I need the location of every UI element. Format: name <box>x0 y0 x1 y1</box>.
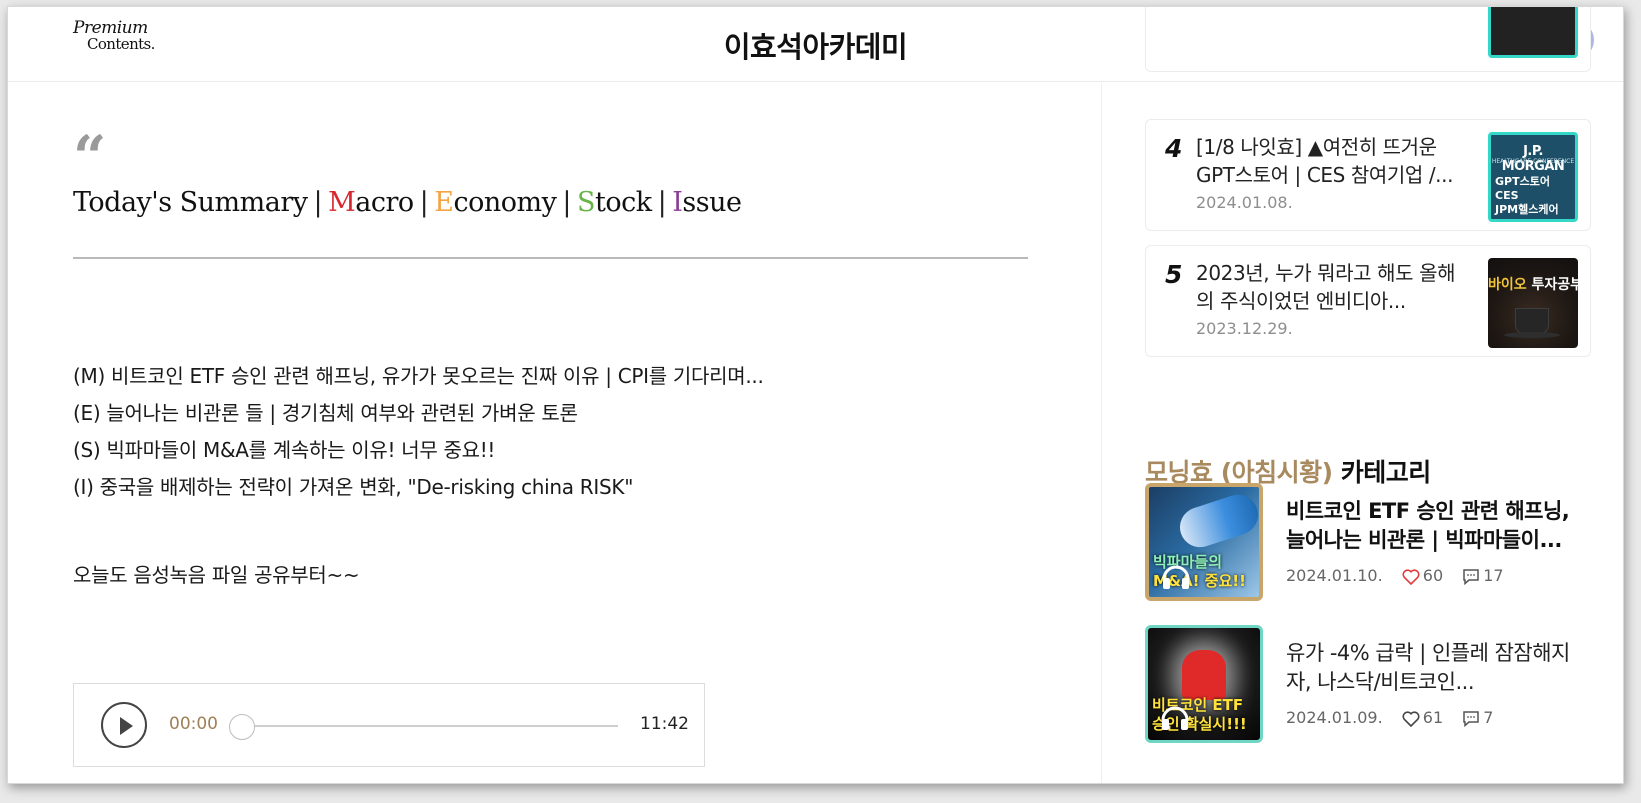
popular-thumb <box>1488 7 1578 58</box>
seek-bar[interactable] <box>234 725 618 727</box>
popular-date: 2024.01.08. <box>1196 193 1293 212</box>
sidebar-divider <box>1101 83 1102 783</box>
separator: | <box>562 187 571 218</box>
comment-count[interactable]: 17 <box>1462 566 1504 586</box>
summary-heading: Today's Summary | Macro | Economy | Stock | Issu… <box>73 187 973 218</box>
popular-date: 2023.12.29. <box>1196 319 1293 338</box>
popular-post-3[interactable] <box>1145 7 1591 72</box>
post-meta: 2024.01.10. 60 17 <box>1286 565 1518 586</box>
post-thumbnail: 비트코인 ETF 승인 확실시!!! <box>1145 625 1263 743</box>
headphone-icon <box>1161 706 1189 730</box>
popular-title[interactable]: [1/8 나잇효] ▲여전히 뜨거운 GPT스토어 | CES 참여기업 /..… <box>1196 133 1468 189</box>
seek-handle[interactable] <box>229 714 255 740</box>
content-divider <box>73 257 1028 259</box>
macro-rest: acro <box>355 187 414 218</box>
post-thumbnail: 빅파마들의 M&A! 중요!! <box>1145 483 1263 601</box>
stock-rest: tock <box>595 187 652 218</box>
separator: | <box>419 187 429 218</box>
comment-icon <box>1463 711 1479 728</box>
rank-number: 4 <box>1165 134 1183 163</box>
post-title[interactable]: 비트코인 ETF 승인 관련 해프닝, 늘어나는 비관론 | 빅파마들이... <box>1286 497 1586 555</box>
stock-initial: S <box>577 187 596 218</box>
current-time: 00:00 <box>169 714 218 734</box>
like-count[interactable]: 60 <box>1402 566 1443 585</box>
total-time: 11:42 <box>640 714 689 734</box>
popular-thumb: J.P. MORGAN HEALTHCARE CONFERENCE GPT스토어… <box>1488 132 1578 222</box>
category-post-1[interactable]: 빅파마들의 M&A! 중요!! 비트코인 ETF 승인 관련 해프닝, 늘어나는 … <box>1145 483 1595 603</box>
economy-rest: conomy <box>453 187 557 218</box>
issue-initial: I <box>672 187 683 218</box>
topic-issue: (I) 중국을 배제하는 전략이 가져온 변화, "De-risking chi… <box>73 475 634 499</box>
comment-icon <box>1463 569 1479 586</box>
heart-icon <box>1402 568 1420 585</box>
issue-rest: ssue <box>682 187 742 218</box>
comment-count[interactable]: 7 <box>1462 708 1493 728</box>
audio-player: 00:00 11:42 <box>73 683 705 767</box>
popular-post-5[interactable]: 5 2023년, 누가 뭐라고 해도 올해의 주식이었던 엔비디아... 202… <box>1145 245 1591 357</box>
play-button[interactable] <box>101 702 147 748</box>
popular-thumb: 바이오 투자공부 <box>1488 258 1578 348</box>
popular-post-4[interactable]: 4 [1/8 나잇효] ▲여전히 뜨거운 GPT스토어 | CES 참여기업 /… <box>1145 119 1591 231</box>
coffee-cup-icon <box>1515 308 1549 334</box>
play-icon <box>120 717 133 735</box>
saucer-icon <box>1504 332 1560 338</box>
pill-image <box>1174 489 1259 553</box>
topic-stock: (S) 빅파마들이 M&A를 계속하는 이유! 너무 중요!! <box>73 438 496 462</box>
like-count[interactable]: 61 <box>1402 708 1443 727</box>
quote-icon: “ <box>73 123 107 191</box>
rank-number: 5 <box>1165 260 1183 289</box>
category-post-2[interactable]: 비트코인 ETF 승인 확실시!!! 유가 -4% 급락 | 인플레 잠잠해지자,… <box>1145 625 1595 745</box>
summary-prefix: Today's Summary <box>73 187 308 218</box>
post-body: “ Today's Summary | Macro | Economy | Stock | Is… <box>73 83 1038 783</box>
separator: | <box>657 187 667 218</box>
post-date: 2024.01.10. <box>1286 566 1383 585</box>
post-title[interactable]: 유가 -4% 급락 | 인플레 잠잠해지자, 나스닥/비트코인... <box>1286 639 1586 697</box>
headphone-icon <box>1162 565 1190 589</box>
browser-frame: Premium Contents. 이효석아카데미 “ Today's Summ… <box>7 6 1624 784</box>
topic-macro: (M) 비트코인 ETF 승인 관련 해프닝, 유가가 못오르는 진짜 이유 |… <box>73 364 764 388</box>
red-cap-image <box>1182 650 1226 700</box>
thumb-text: 바이오 투자공부 <box>1488 277 1578 293</box>
thumb-text: HEALTHCARE CONFERENCE <box>1491 158 1575 165</box>
heart-icon <box>1402 710 1420 727</box>
thumb-text: GPT스토어 CES JPM헬스케어 <box>1495 175 1559 216</box>
separator: | <box>313 187 323 218</box>
topic-economy: (E) 늘어나는 비관론 들 | 경기침체 여부와 관련된 가벼운 토론 <box>73 401 578 425</box>
economy-initial: E <box>434 187 454 218</box>
post-meta: 2024.01.09. 61 7 <box>1286 707 1507 728</box>
topic-list: (M) 비트코인 ETF 승인 관련 해프닝, 유가가 못오르는 진짜 이유 |… <box>73 361 764 509</box>
post-date: 2024.01.09. <box>1286 708 1383 727</box>
popular-title[interactable]: 2023년, 누가 뭐라고 해도 올해의 주식이었던 엔비디아... <box>1196 259 1468 315</box>
share-note: 오늘도 음성녹음 파일 공유부터~~ <box>73 563 360 587</box>
macro-initial: M <box>328 187 356 218</box>
